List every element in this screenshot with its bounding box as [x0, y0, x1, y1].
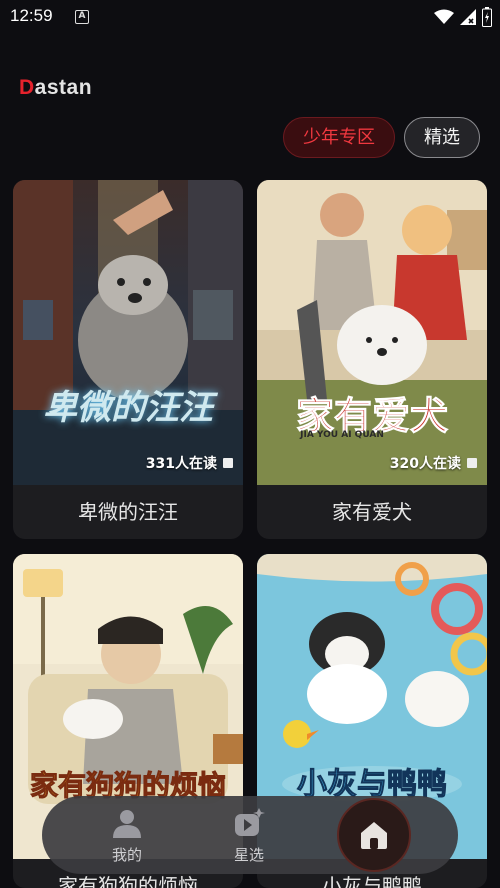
cover-subtitle-text: JIA YOU AI QUAN: [300, 430, 384, 440]
book-icon: [467, 458, 477, 468]
category-tabs: 少年专区 精选: [283, 117, 480, 158]
wifi-icon: [434, 9, 454, 24]
book-cover: 卑微的汪汪 331人在读: [13, 180, 243, 485]
logo-letter: D: [19, 76, 35, 99]
status-time: 12:59: [10, 6, 53, 25]
cover-title-text: 卑微的汪汪: [43, 388, 213, 428]
battery-icon: [482, 7, 492, 27]
bottom-nav: 我的 星选: [42, 796, 458, 874]
logo-text: astan: [34, 76, 93, 99]
book-card[interactable]: 卑微的汪汪 331人在读 卑微的汪汪: [13, 180, 243, 539]
nav-stars[interactable]: 星选: [214, 808, 284, 865]
book-icon: [223, 458, 233, 468]
nav-stars-label: 星选: [233, 846, 264, 864]
nav-home-button[interactable]: [337, 798, 411, 872]
tab-featured[interactable]: 精选: [404, 117, 480, 158]
signal-icon: [460, 9, 476, 25]
star-video-icon: [235, 808, 265, 836]
home-icon: [361, 822, 387, 849]
book-card[interactable]: 家有爱犬 JIA YOU AI QUAN 320人在读 家有爱犬: [257, 180, 487, 539]
status-bar: 12:59 A: [0, 0, 500, 34]
person-icon: [113, 810, 141, 838]
app-logo: Dastan: [19, 76, 92, 100]
nav-mine[interactable]: 我的: [92, 808, 162, 865]
book-cover: 家有爱犬 JIA YOU AI QUAN 320人在读: [257, 180, 487, 485]
tab-youth-zone[interactable]: 少年专区: [283, 117, 395, 158]
reader-count: 320人在读: [390, 453, 477, 473]
notification-icon: A: [75, 10, 89, 24]
reader-count-text: 320人在读: [389, 456, 461, 472]
book-title[interactable]: 卑微的汪汪: [13, 485, 243, 539]
book-title[interactable]: 家有爱犬: [257, 485, 487, 539]
reader-count: 331人在读: [146, 453, 233, 473]
status-icons: [434, 7, 492, 27]
reader-count-text: 331人在读: [145, 456, 217, 472]
nav-mine-label: 我的: [111, 846, 142, 864]
